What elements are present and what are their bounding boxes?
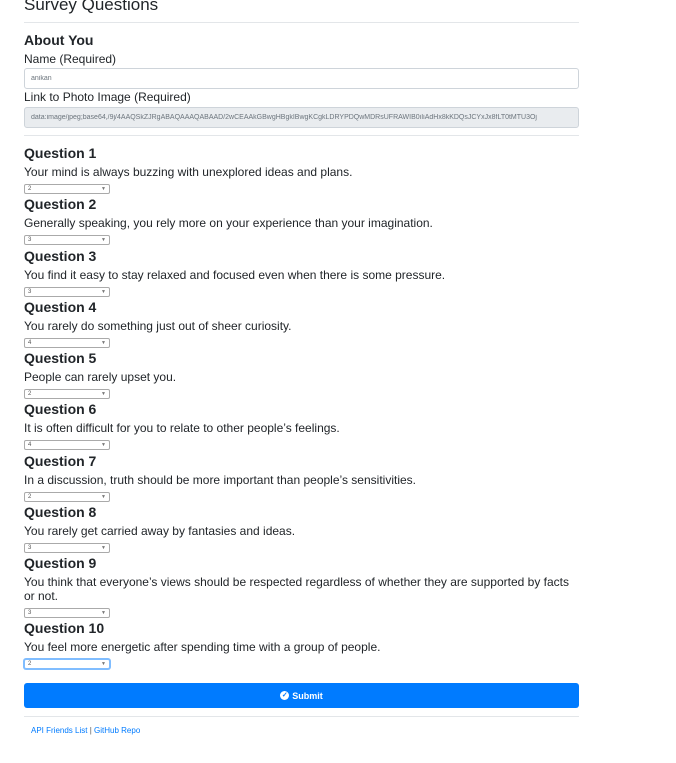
question-10-text: You feel more energetic after spending t… [24,640,381,654]
question-1-select[interactable]: 2 ▼ [24,184,110,194]
name-label: Name (Required) [24,52,117,66]
name-input[interactable] [24,68,579,89]
question-5-text: People can rarely upset you. [24,370,177,384]
chevron-down-icon: ▼ [101,391,106,397]
question-1-title: Question 1 [24,145,97,161]
question-9-text: You think that everyone’s views should b… [24,575,569,603]
chevron-down-icon: ▼ [101,340,106,346]
question-5-select-value: 2 [28,391,32,397]
question-1-text: Your mind is always buzzing with unexplo… [24,165,353,179]
chevron-down-icon: ▼ [101,186,106,192]
submit-button[interactable]: ✓ Submit [24,683,579,708]
title-divider [24,22,579,23]
question-3-select[interactable]: 3 ▼ [24,287,110,297]
question-4-text: You rarely do something just out of shee… [24,319,292,333]
footer: API Friends List | GitHub Repo [31,726,140,736]
question-7-text: In a discussion, truth should be more im… [24,473,416,487]
question-3-title: Question 3 [24,248,97,264]
question-6-select[interactable]: 4 ▼ [24,440,110,450]
question-10-title: Question 10 [24,620,105,636]
chevron-down-icon: ▼ [101,661,106,667]
question-7-select-value: 2 [28,494,32,500]
question-4-title: Question 4 [24,299,97,315]
question-4-select[interactable]: 4 ▼ [24,338,110,348]
chevron-down-icon: ▼ [101,289,106,295]
chevron-down-icon: ▼ [101,237,106,243]
question-9-select-value: 3 [28,610,32,616]
about-heading: About You [24,32,94,48]
footer-separator: | [89,726,92,735]
photo-label: Link to Photo Image (Required) [24,90,191,104]
chevron-down-icon: ▼ [101,545,106,551]
question-10-select-value: 2 [28,661,32,667]
question-8-select[interactable]: 3 ▼ [24,543,110,553]
photo-link-input[interactable] [24,107,579,128]
question-9-title: Question 9 [24,555,97,571]
submit-label: Submit [292,690,323,701]
question-8-title: Question 8 [24,504,97,520]
chevron-down-icon: ▼ [101,442,106,448]
question-6-select-value: 4 [28,442,32,448]
question-6-title: Question 6 [24,401,97,417]
question-2-select-value: 3 [28,237,32,243]
question-1-select-value: 2 [28,186,32,192]
question-2-text: Generally speaking, you rely more on you… [24,216,433,230]
question-4-select-value: 4 [28,340,32,346]
question-10-select[interactable]: 2 ▼ [24,659,110,669]
github-repo-link[interactable]: GitHub Repo [94,726,140,735]
check-circle-icon: ✓ [280,691,290,700]
question-8-text: You rarely get carried away by fantasies… [24,524,296,538]
question-6-text: It is often difficult for you to relate … [24,421,340,435]
question-2-title: Question 2 [24,196,97,212]
question-2-select[interactable]: 3 ▼ [24,235,110,245]
question-5-select[interactable]: 2 ▼ [24,389,110,399]
footer-divider [24,716,579,717]
section-divider [24,135,579,136]
page-title: Survey Questions [24,0,159,14]
question-3-select-value: 3 [28,289,32,295]
question-7-select[interactable]: 2 ▼ [24,492,110,502]
chevron-down-icon: ▼ [101,494,106,500]
api-friends-link[interactable]: API Friends List [31,726,87,735]
question-3-text: You find it easy to stay relaxed and foc… [24,268,446,282]
question-9-select[interactable]: 3 ▼ [24,608,110,618]
question-8-select-value: 3 [28,545,32,551]
question-5-title: Question 5 [24,350,97,366]
question-7-title: Question 7 [24,453,97,469]
chevron-down-icon: ▼ [101,610,106,616]
